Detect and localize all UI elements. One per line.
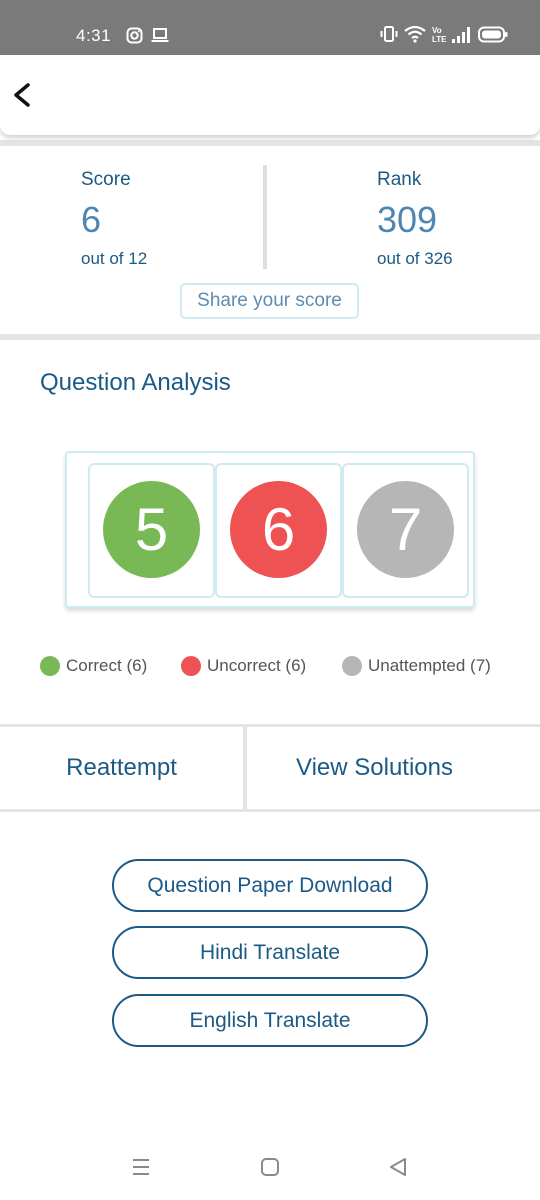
legend-label: Correct (6) bbox=[66, 656, 148, 675]
recent-apps-icon[interactable] bbox=[130, 1156, 152, 1183]
uncorrect-count-circle: 6 bbox=[230, 481, 327, 578]
legend-unattempted: Unattempted (7) bbox=[342, 656, 491, 676]
rank-label: Rank bbox=[377, 169, 422, 190]
legend-dot bbox=[181, 656, 201, 676]
chevron-left-icon bbox=[14, 83, 30, 107]
volte-icon: Vo LTE bbox=[432, 25, 446, 43]
legend-label: Uncorrect (6) bbox=[207, 656, 307, 675]
stat-divider bbox=[263, 165, 267, 269]
status-right-icons: Vo LTE bbox=[380, 25, 508, 43]
svg-text:Vo: Vo bbox=[432, 26, 442, 35]
correct-count-circle: 5 bbox=[103, 481, 200, 578]
vibrate-icon bbox=[380, 25, 398, 43]
section-title: Question Analysis bbox=[40, 369, 231, 396]
laptop-icon bbox=[151, 27, 169, 49]
rank-value: 309 bbox=[377, 199, 438, 240]
wifi-icon bbox=[404, 25, 426, 43]
home-icon[interactable] bbox=[259, 1156, 281, 1183]
analysis-cell-correct: 5 bbox=[88, 463, 215, 598]
legend-dot bbox=[342, 656, 362, 676]
question-paper-download-button[interactable]: Question Paper Download bbox=[112, 859, 428, 912]
battery-icon bbox=[478, 26, 508, 43]
back-button[interactable] bbox=[8, 77, 38, 113]
score-value: 6 bbox=[81, 199, 102, 240]
instagram-icon bbox=[126, 27, 143, 49]
legend-label: Unattempted (7) bbox=[368, 656, 491, 675]
back-icon[interactable] bbox=[387, 1156, 409, 1183]
status-bar: 4:31 Vo LTE bbox=[0, 0, 540, 55]
legend-dot bbox=[40, 656, 60, 676]
signal-icon bbox=[452, 26, 472, 43]
status-time: 4:31 bbox=[76, 26, 112, 45]
divider bbox=[0, 334, 540, 340]
status-left-icons bbox=[126, 27, 169, 49]
share-score-button[interactable]: Share your score bbox=[180, 283, 359, 319]
rank-sub: out of 326 bbox=[377, 249, 453, 268]
svg-text:LTE: LTE bbox=[432, 35, 446, 43]
system-nav-bar bbox=[0, 1140, 540, 1200]
score-label: Score bbox=[81, 169, 131, 190]
analysis-card: 5 6 7 bbox=[65, 451, 475, 608]
english-translate-button[interactable]: English Translate bbox=[112, 994, 428, 1047]
reattempt-button[interactable]: Reattempt bbox=[0, 727, 243, 809]
analysis-cell-unattempted: 7 bbox=[342, 463, 469, 598]
analysis-cell-uncorrect: 6 bbox=[215, 463, 342, 598]
legend-uncorrect: Uncorrect (6) bbox=[181, 656, 306, 676]
legend-correct: Correct (6) bbox=[40, 656, 147, 676]
divider bbox=[0, 809, 540, 812]
divider bbox=[0, 140, 540, 146]
unattempted-count-circle: 7 bbox=[357, 481, 454, 578]
score-sub: out of 12 bbox=[81, 249, 148, 268]
view-solutions-button[interactable]: View Solutions bbox=[247, 727, 502, 809]
app-header bbox=[0, 55, 540, 135]
hindi-translate-button[interactable]: Hindi Translate bbox=[112, 926, 428, 979]
